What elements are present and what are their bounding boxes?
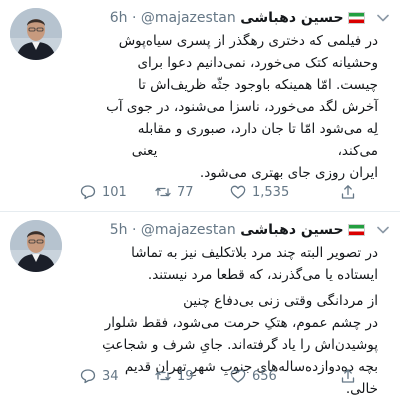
tweet-line: در تصویر البته چند مرد بلاتکلیف نیز به ت… (131, 245, 378, 261)
iran-flag-icon (348, 224, 365, 236)
tweet-header: 5h · @majazestan حسین دهباشی (110, 220, 370, 240)
like-icon (230, 369, 246, 383)
like-button[interactable]: 1,535 (230, 183, 289, 201)
retweet-count: 77 (177, 184, 194, 200)
tweet[interactable]: 6h · @majazestan حسین دهباشی در فیلمی که… (0, 0, 400, 212)
retweet-button[interactable]: 77 (155, 183, 194, 201)
like-count: 656 (252, 368, 277, 384)
tweet-line: وحشیانه کتک می‌خورد، نمی‌دانیم دعوا برای (137, 55, 378, 71)
reply-icon (80, 185, 96, 200)
tweet-line: در چشم عموم، هتکِ حرمت می‌شود، فقط شلوار (104, 315, 378, 331)
tweet-line: لِه می‌شود امّا تا جان دارد، صبوری و مقا… (137, 121, 378, 137)
iran-flag-icon (348, 12, 365, 24)
tweet-time[interactable]: 5h (110, 222, 128, 238)
share-icon (341, 185, 355, 199)
avatar-image (10, 220, 62, 272)
reply-count: 34 (102, 368, 119, 384)
tweet-actions: 101 77 1,535 (80, 183, 380, 201)
reply-button[interactable]: 34 (80, 367, 119, 385)
reply-button[interactable]: 101 (80, 183, 127, 201)
tweet-line: پوشیدن‌اش را یاد گرفته‌اند. جایِ شرف و ش… (102, 337, 378, 353)
like-icon (230, 185, 246, 199)
tweet-actions: 34 19 656 (80, 367, 380, 385)
share-button[interactable] (340, 367, 362, 385)
like-count: 1,535 (252, 184, 290, 200)
retweet-button[interactable]: 19 (155, 367, 194, 385)
like-button[interactable]: 656 (230, 367, 277, 385)
avatar-image (10, 8, 62, 60)
time-separator: · (131, 10, 137, 26)
tweet-line: می‌کند، یعنی (131, 143, 378, 159)
tweet-text: در فیلمی که دختری رهگذر از پسری سیاه‌پوش… (78, 30, 378, 184)
reply-icon (80, 369, 96, 384)
tweet-line: از مردانگی وقتی زنی بی‌دفاع چنین (183, 293, 378, 309)
share-button[interactable] (340, 183, 362, 201)
tweet-line: چیست. امّا همینکه باوجود جثّه ظریف‌اش تا (137, 77, 378, 93)
share-icon (341, 369, 355, 383)
tweet-header: 6h · @majazestan حسین دهباشی (110, 8, 370, 28)
author-name[interactable]: حسین دهباشی (240, 10, 343, 26)
author-handle[interactable]: @majazestan (141, 222, 236, 238)
reply-count: 101 (102, 184, 127, 200)
author-handle[interactable]: @majazestan (141, 10, 236, 26)
tweet-line: آخرش لگد می‌خورد، ناسزا می‌شنود، در جوی … (106, 99, 378, 115)
chevron-down-icon[interactable] (376, 222, 390, 236)
time-separator: · (131, 222, 137, 238)
avatar[interactable] (10, 220, 62, 272)
tweet-line: ایستاده یا می‌گذرند، که قطعا مرد نیستند. (147, 267, 378, 283)
tweet-time[interactable]: 6h (110, 10, 128, 26)
retweet-icon (155, 187, 171, 197)
retweet-icon (155, 371, 171, 381)
tweet-line: در فیلمی که دختری رهگذر از پسری سیاه‌پوش (118, 33, 378, 49)
retweet-count: 19 (177, 368, 194, 384)
tweet-line: ایران روزی جای بهتری می‌شود. (199, 165, 378, 181)
author-name[interactable]: حسین دهباشی (240, 222, 343, 238)
chevron-down-icon[interactable] (376, 10, 390, 24)
avatar[interactable] (10, 8, 62, 60)
tweet[interactable]: 5h · @majazestan حسین دهباشی در تصویر ال… (0, 212, 400, 418)
